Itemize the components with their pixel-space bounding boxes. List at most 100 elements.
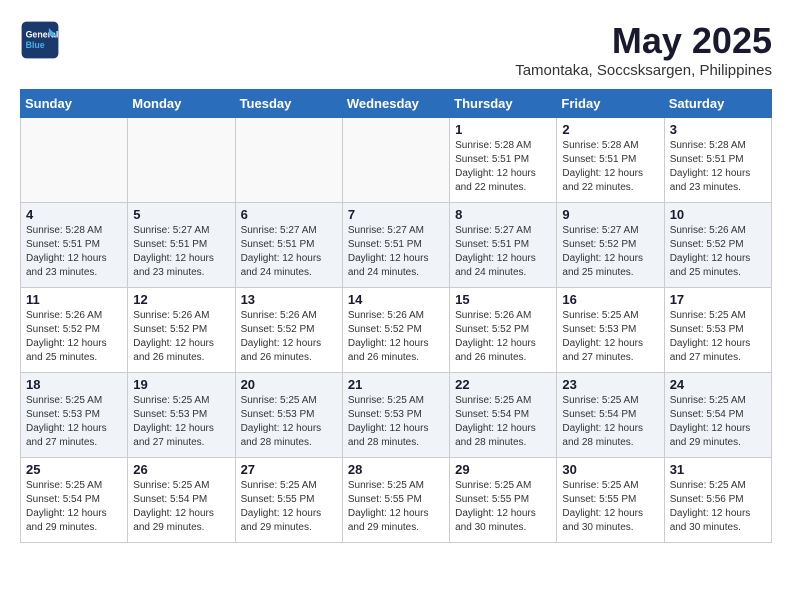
calendar-cell: 18Sunrise: 5:25 AM Sunset: 5:53 PM Dayli… [21,373,128,458]
day-info: Sunrise: 5:25 AM Sunset: 5:53 PM Dayligh… [562,309,658,365]
day-info: Sunrise: 5:26 AM Sunset: 5:52 PM Dayligh… [26,309,122,365]
calendar-cell [128,118,235,203]
day-number: 14 [348,292,444,307]
day-number: 9 [562,207,658,222]
day-number: 22 [455,377,551,392]
day-number: 6 [241,207,337,222]
day-info: Sunrise: 5:25 AM Sunset: 5:54 PM Dayligh… [26,479,122,535]
location: Tamontaka, Soccsksargen, Philippines [515,62,772,79]
day-info: Sunrise: 5:25 AM Sunset: 5:54 PM Dayligh… [562,394,658,450]
day-number: 23 [562,377,658,392]
calendar-cell: 30 Sunrise: 5:25 AM Sunset: 5:55 PM Dayli… [557,458,664,543]
day-info: Sunrise: 5:25 AM Sunset: 5:53 PM Dayligh… [348,394,444,450]
page-header: General Blue May 2025 Tamontaka, Soccsks… [20,20,772,79]
day-info: Sunrise: 5:27 AM Sunset: 5:51 PM Dayligh… [241,224,337,280]
calendar-cell: 16 Sunrise: 5:25 AM Sunset: 5:53 PM Dayli… [557,288,664,373]
day-number: 17 [670,292,766,307]
day-info: Sunrise: 5:26 AM Sunset: 5:52 PM Dayligh… [348,309,444,365]
day-info: Sunrise: 5:25 AM Sunset: 5:55 PM Dayligh… [241,479,337,535]
day-number: 3 [670,122,766,137]
calendar-cell: 23 Sunrise: 5:25 AM Sunset: 5:54 PM Dayli… [557,373,664,458]
day-info: Sunrise: 5:25 AM Sunset: 5:54 PM Dayligh… [455,394,551,450]
calendar-cell [342,118,449,203]
day-number: 11 [26,292,122,307]
calendar-cell: 22 Sunrise: 5:25 AM Sunset: 5:54 PM Dayli… [450,373,557,458]
day-info: Sunrise: 5:25 AM Sunset: 5:53 PM Dayligh… [670,309,766,365]
day-info: Sunrise: 5:27 AM Sunset: 5:52 PM Dayligh… [562,224,658,280]
weekday-header-tuesday: Tuesday [235,90,342,118]
week-row-4: 18Sunrise: 5:25 AM Sunset: 5:53 PM Dayli… [21,373,772,458]
weekday-header-saturday: Saturday [664,90,771,118]
calendar-cell [21,118,128,203]
weekday-header-thursday: Thursday [450,90,557,118]
calendar-cell: 24 Sunrise: 5:25 AM Sunset: 5:54 PM Dayli… [664,373,771,458]
day-number: 20 [241,377,337,392]
calendar-cell: 2Sunrise: 5:28 AM Sunset: 5:51 PM Daylig… [557,118,664,203]
calendar-cell: 19Sunrise: 5:25 AM Sunset: 5:53 PM Dayli… [128,373,235,458]
day-info: Sunrise: 5:25 AM Sunset: 5:53 PM Dayligh… [133,394,229,450]
day-number: 31 [670,462,766,477]
weekday-header-wednesday: Wednesday [342,90,449,118]
day-number: 5 [133,207,229,222]
day-info: Sunrise: 5:25 AM Sunset: 5:54 PM Dayligh… [670,394,766,450]
day-info: Sunrise: 5:25 AM Sunset: 5:53 PM Dayligh… [26,394,122,450]
day-number: 27 [241,462,337,477]
month-title: May 2025 [515,20,772,62]
calendar-cell: 1 Sunrise: 5:28 AM Sunset: 5:51 PM Daylig… [450,118,557,203]
day-number: 29 [455,462,551,477]
day-number: 10 [670,207,766,222]
week-row-3: 11 Sunrise: 5:26 AM Sunset: 5:52 PM Dayli… [21,288,772,373]
day-info: Sunrise: 5:26 AM Sunset: 5:52 PM Dayligh… [455,309,551,365]
day-number: 26 [133,462,229,477]
day-info: Sunrise: 5:26 AM Sunset: 5:52 PM Dayligh… [670,224,766,280]
weekday-header-friday: Friday [557,90,664,118]
day-number: 21 [348,377,444,392]
calendar-cell [235,118,342,203]
logo-icon: General Blue [20,20,60,60]
day-info: Sunrise: 5:28 AM Sunset: 5:51 PM Dayligh… [26,224,122,280]
day-number: 2 [562,122,658,137]
day-number: 4 [26,207,122,222]
calendar-cell: 7 Sunrise: 5:27 AM Sunset: 5:51 PM Daylig… [342,203,449,288]
calendar-cell: 17 Sunrise: 5:25 AM Sunset: 5:53 PM Dayli… [664,288,771,373]
day-number: 24 [670,377,766,392]
day-info: Sunrise: 5:28 AM Sunset: 5:51 PM Dayligh… [455,139,551,195]
day-number: 1 [455,122,551,137]
calendar-table: SundayMondayTuesdayWednesdayThursdayFrid… [20,89,772,543]
logo: General Blue [20,20,60,60]
calendar-cell: 20 Sunrise: 5:25 AM Sunset: 5:53 PM Dayli… [235,373,342,458]
weekday-header-sunday: Sunday [21,90,128,118]
day-info: Sunrise: 5:27 AM Sunset: 5:51 PM Dayligh… [455,224,551,280]
calendar-cell: 31 Sunrise: 5:25 AM Sunset: 5:56 PM Dayli… [664,458,771,543]
svg-text:Blue: Blue [26,40,45,50]
weekday-header-row: SundayMondayTuesdayWednesdayThursdayFrid… [21,90,772,118]
week-row-2: 4 Sunrise: 5:28 AM Sunset: 5:51 PM Daylig… [21,203,772,288]
calendar-cell: 4 Sunrise: 5:28 AM Sunset: 5:51 PM Daylig… [21,203,128,288]
day-number: 12 [133,292,229,307]
day-info: Sunrise: 5:27 AM Sunset: 5:51 PM Dayligh… [348,224,444,280]
calendar-cell: 15 Sunrise: 5:26 AM Sunset: 5:52 PM Dayli… [450,288,557,373]
title-block: May 2025 Tamontaka, Soccsksargen, Philip… [515,20,772,79]
week-row-5: 25 Sunrise: 5:25 AM Sunset: 5:54 PM Dayli… [21,458,772,543]
day-number: 25 [26,462,122,477]
day-number: 16 [562,292,658,307]
day-number: 7 [348,207,444,222]
calendar-cell: 12Sunrise: 5:26 AM Sunset: 5:52 PM Dayli… [128,288,235,373]
weekday-header-monday: Monday [128,90,235,118]
day-info: Sunrise: 5:25 AM Sunset: 5:55 PM Dayligh… [562,479,658,535]
day-info: Sunrise: 5:27 AM Sunset: 5:51 PM Dayligh… [133,224,229,280]
calendar-cell: 26Sunrise: 5:25 AM Sunset: 5:54 PM Dayli… [128,458,235,543]
calendar-cell: 5 Sunrise: 5:27 AM Sunset: 5:51 PM Daylig… [128,203,235,288]
calendar-cell: 28Sunrise: 5:25 AM Sunset: 5:55 PM Dayli… [342,458,449,543]
day-number: 8 [455,207,551,222]
day-info: Sunrise: 5:25 AM Sunset: 5:53 PM Dayligh… [241,394,337,450]
calendar-cell: 8 Sunrise: 5:27 AM Sunset: 5:51 PM Daylig… [450,203,557,288]
day-number: 30 [562,462,658,477]
day-info: Sunrise: 5:25 AM Sunset: 5:56 PM Dayligh… [670,479,766,535]
calendar-cell: 29Sunrise: 5:25 AM Sunset: 5:55 PM Dayli… [450,458,557,543]
day-number: 15 [455,292,551,307]
day-info: Sunrise: 5:26 AM Sunset: 5:52 PM Dayligh… [241,309,337,365]
day-number: 13 [241,292,337,307]
calendar-cell: 3Sunrise: 5:28 AM Sunset: 5:51 PM Daylig… [664,118,771,203]
calendar-cell: 14 Sunrise: 5:26 AM Sunset: 5:52 PM Dayli… [342,288,449,373]
